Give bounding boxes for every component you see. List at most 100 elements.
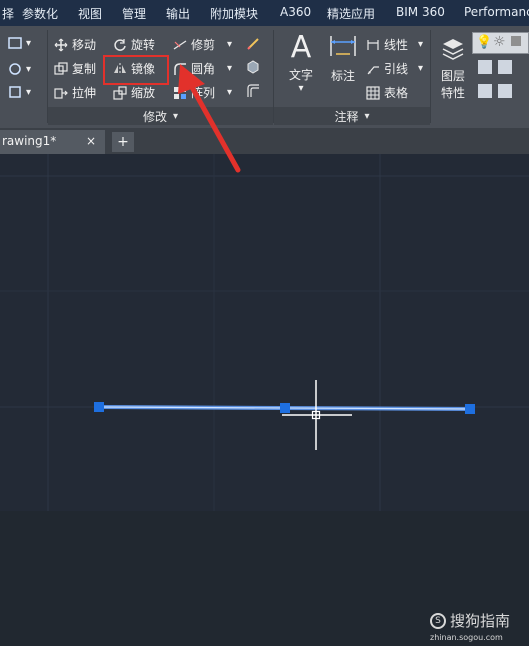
explode-button[interactable] xyxy=(246,60,260,74)
drawing-svg xyxy=(0,154,529,511)
chevron-down-icon: ▾ xyxy=(26,37,32,49)
chevron-down-icon: ▾ xyxy=(26,63,32,75)
chevron-down-icon: ▾ xyxy=(26,86,32,98)
menu-item-bim360[interactable]: BIM 360 xyxy=(396,5,445,19)
dimension-button[interactable]: 标注 xyxy=(326,32,360,84)
menu-item-select[interactable]: 择 xyxy=(2,5,14,22)
layer-tool-2[interactable] xyxy=(498,60,512,74)
sun-icon: ☼ xyxy=(493,34,506,50)
circle-tool-icon xyxy=(9,63,21,75)
layer-tool-4[interactable] xyxy=(498,84,512,98)
text-label: 文字 xyxy=(288,68,313,82)
watermark-brand: 搜狗指南 xyxy=(450,612,511,630)
leader-button[interactable]: 引线 ▾ xyxy=(366,60,423,77)
copy-icon xyxy=(54,61,68,75)
watermark: S 搜狗指南 zhinan.sogou.com xyxy=(430,610,526,646)
chevron-down-icon: ▾ xyxy=(227,87,233,98)
chevron-down-icon: ▾ xyxy=(418,63,424,74)
annotation-panel-footer[interactable]: 注释 ▾ xyxy=(274,107,430,125)
ribbon: ▾ ▾ ▾ 移动 旋转 修剪 ▾ 复制 镜像 圆角 ▾ 拉伸 缩放 阵列 ▾ 修… xyxy=(0,26,529,128)
fillet-button[interactable]: 圆角 ▾ xyxy=(173,60,232,77)
drawing-canvas[interactable]: S 搜狗指南 zhinan.sogou.com xyxy=(0,154,529,642)
erase-icon xyxy=(247,38,259,50)
menu-item-addons[interactable]: 附加模块 xyxy=(210,5,258,22)
scale-button[interactable]: 缩放 xyxy=(113,84,155,101)
fillet-icon xyxy=(174,62,186,75)
rotate-icon xyxy=(114,38,126,51)
erase-button[interactable] xyxy=(246,36,260,50)
scale-icon xyxy=(113,85,127,100)
line-mid-grip[interactable] xyxy=(280,403,290,413)
leader-label: 引线 xyxy=(384,62,409,76)
lightbulb-icon: 💡 xyxy=(476,35,493,50)
menu-item-manage[interactable]: 管理 xyxy=(122,5,146,22)
line-end-grip[interactable] xyxy=(465,404,475,414)
modify-panel-label: 修改 xyxy=(142,109,167,124)
chevron-down-icon: ▾ xyxy=(227,39,233,50)
copy-label: 复制 xyxy=(72,62,97,76)
move-label: 移动 xyxy=(72,38,97,52)
stretch-button[interactable]: 拉伸 xyxy=(54,84,96,101)
layer-properties-label-2: 特性 xyxy=(440,86,465,100)
table-button[interactable]: 表格 xyxy=(366,84,408,101)
menu-item-output[interactable]: 输出 xyxy=(166,5,190,22)
document-tab-bar: rawing1* × + xyxy=(0,128,529,154)
plus-icon: + xyxy=(117,134,129,150)
trim-label: 修剪 xyxy=(191,38,216,52)
watermark-url: zhinan.sogou.com xyxy=(430,633,503,642)
linear-button[interactable]: 线性 ▾ xyxy=(366,36,423,53)
linear-dimension-icon xyxy=(367,39,379,50)
minor-grid xyxy=(0,154,529,511)
menu-bar: 择 参数化 视图 管理 输出 附加模块 A360 精选应用 BIM 360 Pe… xyxy=(0,0,529,26)
draw-tool-2[interactable]: ▾ xyxy=(8,62,31,76)
menu-item-performance[interactable]: Performance xyxy=(464,5,529,19)
leader-icon xyxy=(367,65,379,74)
layer-dropdown[interactable]: 💡 ☼ xyxy=(472,32,529,54)
lock-icon xyxy=(511,36,521,46)
array-icon xyxy=(174,86,186,99)
rectangle-tool-icon xyxy=(9,86,21,98)
modify-panel-footer[interactable]: 修改 ▾ xyxy=(48,107,273,125)
trim-button[interactable]: 修剪 ▾ xyxy=(173,36,232,53)
line-start-grip[interactable] xyxy=(94,402,104,412)
crosshair-cursor xyxy=(282,380,352,450)
table-label: 表格 xyxy=(384,86,409,100)
chevron-down-icon: ▾ xyxy=(172,110,179,122)
layer-properties-button[interactable]: 图层 特性 xyxy=(435,36,471,101)
menu-item-view[interactable]: 视图 xyxy=(78,5,102,22)
table-icon xyxy=(366,85,380,100)
grid xyxy=(0,154,529,511)
layer-properties-label-1: 图层 xyxy=(440,69,465,83)
fillet-label: 圆角 xyxy=(191,62,216,76)
layer-tool-3[interactable] xyxy=(478,84,492,98)
stretch-icon xyxy=(54,87,68,99)
move-icon xyxy=(54,38,68,51)
offset-button[interactable] xyxy=(246,84,260,98)
line-icon xyxy=(8,37,22,49)
draw-tool-1[interactable]: ▾ xyxy=(8,36,31,50)
scale-label: 缩放 xyxy=(131,86,156,100)
panel-separator xyxy=(430,30,431,123)
close-icon[interactable]: × xyxy=(86,134,96,148)
trim-icon xyxy=(173,39,187,50)
layer-properties-icon xyxy=(442,39,464,60)
array-button[interactable]: 阵列 ▾ xyxy=(173,84,232,101)
text-button[interactable]: A 文字 ▾ xyxy=(281,32,321,95)
chevron-down-icon: ▾ xyxy=(418,39,424,50)
draw-tool-3[interactable]: ▾ xyxy=(8,85,31,99)
offset-icon xyxy=(247,84,259,97)
menu-item-parametric[interactable]: 参数化 xyxy=(22,5,58,22)
move-button[interactable]: 移动 xyxy=(54,36,96,53)
array-label: 阵列 xyxy=(191,86,216,100)
copy-button[interactable]: 复制 xyxy=(54,60,96,77)
tab-drawing1[interactable]: rawing1* × xyxy=(0,130,105,154)
tab-drawing1-label: rawing1* xyxy=(2,134,57,148)
menu-item-featured-apps[interactable]: 精选应用 xyxy=(327,5,375,22)
new-tab-button[interactable]: + xyxy=(112,132,134,152)
menu-item-a360[interactable]: A360 xyxy=(280,5,311,19)
layer-tool-1[interactable] xyxy=(478,60,492,74)
dimension-label: 标注 xyxy=(330,69,355,83)
stretch-label: 拉伸 xyxy=(72,86,97,100)
explode-icon xyxy=(247,60,259,74)
rotate-button[interactable]: 旋转 xyxy=(113,36,155,53)
